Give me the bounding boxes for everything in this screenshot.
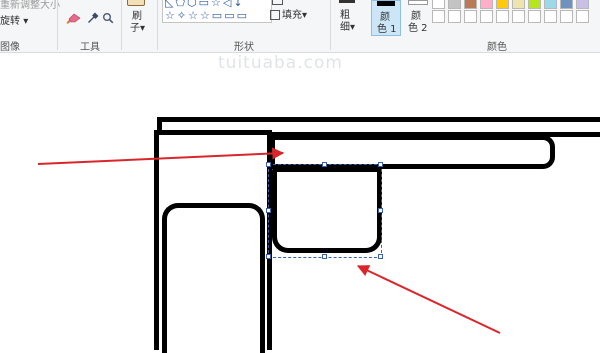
- palette-color-swatch[interactable]: [464, 10, 477, 23]
- outline-icon[interactable]: [272, 0, 283, 5]
- palette-color-swatch[interactable]: [576, 10, 589, 23]
- palette-color-swatch[interactable]: [512, 10, 525, 23]
- brush-label-bottom: 子▾: [130, 23, 146, 34]
- chevron-down-icon: ▾: [350, 22, 356, 33]
- palette-color-swatch[interactable]: [496, 0, 509, 9]
- palette-color-swatch[interactable]: [480, 10, 493, 23]
- group-divider: [330, 0, 331, 50]
- color2-button[interactable]: 颜 色 2: [403, 0, 431, 34]
- palette-color-swatch[interactable]: [496, 10, 509, 23]
- color-picker-icon[interactable]: [86, 11, 99, 24]
- size-label-bottom: 细▾: [340, 22, 356, 33]
- rotate-button[interactable]: 旋转 ▾: [0, 12, 28, 27]
- resize-button[interactable]: 重新调整大小: [0, 0, 60, 11]
- palette-color-swatch[interactable]: [560, 0, 573, 9]
- palette-color-swatch[interactable]: [480, 0, 493, 9]
- color2-swatch: [408, 0, 428, 5]
- brush-button[interactable]: 刷 子▾: [124, 0, 154, 36]
- shapes-row-2[interactable]: ☆✧☆☆▭▭▭: [165, 10, 269, 22]
- fill-button[interactable]: 填充▾: [270, 6, 307, 21]
- arrow-bottom-annotation: [356, 265, 501, 334]
- chevron-down-icon: ▾: [140, 23, 146, 34]
- size-button[interactable]: 粗 细▾: [335, 0, 363, 34]
- color1-button[interactable]: 颜 色 1: [371, 0, 401, 36]
- ribbon-toolbar: 重新调整大小 旋转 ▾ 图像 工具 刷 子▾ ◺⬠⬡▭☆◁↓ ☆✧☆☆▭▭▭ 填…: [0, 0, 600, 53]
- tools-group-label: 工具: [80, 42, 100, 53]
- palette-color-swatch[interactable]: [464, 0, 477, 9]
- palette-color-swatch[interactable]: [448, 0, 461, 9]
- palette-color-swatch[interactable]: [528, 0, 541, 9]
- palette-color-swatch[interactable]: [544, 0, 557, 9]
- color1-swatch: [377, 1, 395, 6]
- annotation-arrows: [37, 147, 501, 334]
- size-icon: [339, 0, 355, 3]
- color1-label-bottom: 色 1: [377, 24, 397, 35]
- shapes-gallery[interactable]: ◺⬠⬡▭☆◁↓ ☆✧☆☆▭▭▭: [162, 0, 272, 23]
- group-divider: [121, 0, 122, 50]
- palette-color-swatch[interactable]: [528, 10, 541, 23]
- palette-color-swatch[interactable]: [512, 0, 525, 9]
- chevron-down-icon: ▾: [23, 16, 29, 27]
- arrow-left-annotation: [37, 147, 285, 165]
- rotate-label: 旋转: [0, 16, 20, 27]
- fill-icon: [270, 10, 280, 20]
- shapes-row-1[interactable]: ◺⬠⬡▭☆◁↓: [165, 0, 269, 9]
- eraser-icon[interactable]: [68, 11, 81, 24]
- brush-icon: [127, 0, 145, 6]
- image-group-label: 图像: [0, 42, 20, 53]
- group-divider: [57, 0, 58, 50]
- palette-color-swatch[interactable]: [544, 10, 557, 23]
- group-divider: [157, 0, 158, 50]
- palette-color-swatch[interactable]: [576, 0, 589, 9]
- palette-color-swatch[interactable]: [448, 10, 461, 23]
- magnifier-icon[interactable]: [101, 11, 114, 24]
- drawing-canvas[interactable]: tuituaba.com: [0, 53, 600, 353]
- shapes-group-label: 形状: [234, 42, 254, 53]
- palette-color-swatch[interactable]: [560, 10, 573, 23]
- palette-color-swatch[interactable]: [432, 0, 445, 9]
- colors-group-label: 颜色: [487, 42, 507, 53]
- color2-label-bottom: 色 2: [408, 23, 428, 34]
- chevron-down-icon: ▾: [302, 10, 308, 21]
- palette-color-swatch[interactable]: [432, 10, 445, 23]
